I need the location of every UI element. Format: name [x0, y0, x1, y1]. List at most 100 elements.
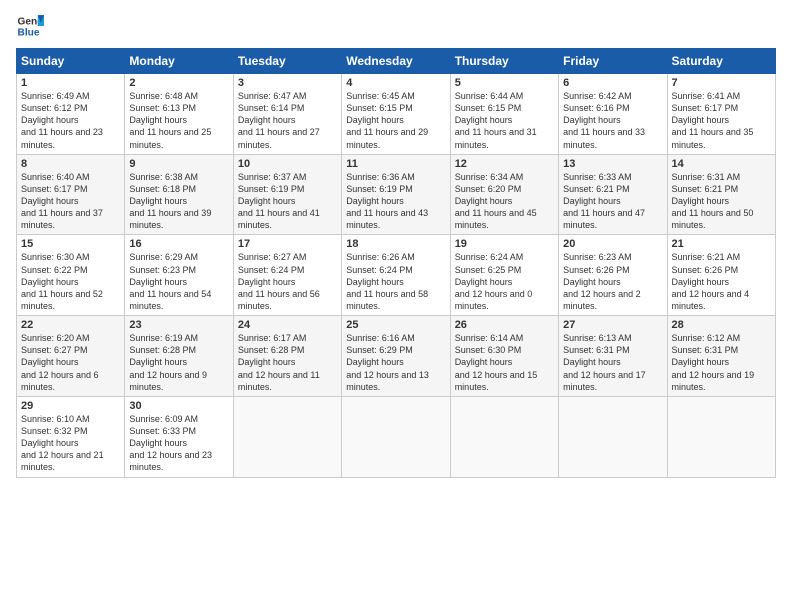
day-number: 13: [563, 158, 662, 170]
day-cell: 14Sunrise: 6:31 AMSunset: 6:21 PMDayligh…: [667, 154, 775, 235]
day-cell: 30Sunrise: 6:09 AMSunset: 6:33 PMDayligh…: [125, 396, 233, 477]
day-cell: 27Sunrise: 6:13 AMSunset: 6:31 PMDayligh…: [559, 316, 667, 397]
day-number: 11: [346, 158, 445, 170]
day-number: 14: [672, 158, 771, 170]
day-cell: 4Sunrise: 6:45 AMSunset: 6:15 PMDaylight…: [342, 74, 450, 155]
day-info: Sunrise: 6:13 AMSunset: 6:31 PMDaylight …: [563, 332, 662, 393]
week-row-1: 1Sunrise: 6:49 AMSunset: 6:12 PMDaylight…: [17, 74, 776, 155]
day-info: Sunrise: 6:40 AMSunset: 6:17 PMDaylight …: [21, 171, 120, 232]
day-cell: 17Sunrise: 6:27 AMSunset: 6:24 PMDayligh…: [233, 235, 341, 316]
logo: General Blue: [16, 12, 44, 40]
calendar-table: SundayMondayTuesdayWednesdayThursdayFrid…: [16, 48, 776, 478]
header-tuesday: Tuesday: [233, 49, 341, 74]
day-cell: 12Sunrise: 6:34 AMSunset: 6:20 PMDayligh…: [450, 154, 558, 235]
day-info: Sunrise: 6:47 AMSunset: 6:14 PMDaylight …: [238, 90, 337, 151]
day-number: 16: [129, 238, 228, 250]
day-cell: 21Sunrise: 6:21 AMSunset: 6:26 PMDayligh…: [667, 235, 775, 316]
header-thursday: Thursday: [450, 49, 558, 74]
logo-icon: General Blue: [16, 12, 44, 40]
day-info: Sunrise: 6:09 AMSunset: 6:33 PMDaylight …: [129, 413, 228, 474]
svg-text:Blue: Blue: [18, 27, 40, 38]
day-number: 26: [455, 319, 554, 331]
day-info: Sunrise: 6:23 AMSunset: 6:26 PMDaylight …: [563, 251, 662, 312]
day-cell: [559, 396, 667, 477]
day-info: Sunrise: 6:14 AMSunset: 6:30 PMDaylight …: [455, 332, 554, 393]
week-row-2: 8Sunrise: 6:40 AMSunset: 6:17 PMDaylight…: [17, 154, 776, 235]
day-cell: 23Sunrise: 6:19 AMSunset: 6:28 PMDayligh…: [125, 316, 233, 397]
day-cell: 10Sunrise: 6:37 AMSunset: 6:19 PMDayligh…: [233, 154, 341, 235]
day-cell: 16Sunrise: 6:29 AMSunset: 6:23 PMDayligh…: [125, 235, 233, 316]
day-cell: 18Sunrise: 6:26 AMSunset: 6:24 PMDayligh…: [342, 235, 450, 316]
day-number: 28: [672, 319, 771, 331]
day-info: Sunrise: 6:17 AMSunset: 6:28 PMDaylight …: [238, 332, 337, 393]
day-number: 24: [238, 319, 337, 331]
day-info: Sunrise: 6:27 AMSunset: 6:24 PMDaylight …: [238, 251, 337, 312]
day-number: 30: [129, 400, 228, 412]
day-info: Sunrise: 6:10 AMSunset: 6:32 PMDaylight …: [21, 413, 120, 474]
day-number: 25: [346, 319, 445, 331]
day-cell: 20Sunrise: 6:23 AMSunset: 6:26 PMDayligh…: [559, 235, 667, 316]
day-info: Sunrise: 6:19 AMSunset: 6:28 PMDaylight …: [129, 332, 228, 393]
day-number: 10: [238, 158, 337, 170]
day-info: Sunrise: 6:45 AMSunset: 6:15 PMDaylight …: [346, 90, 445, 151]
day-number: 15: [21, 238, 120, 250]
day-number: 1: [21, 77, 120, 89]
day-info: Sunrise: 6:20 AMSunset: 6:27 PMDaylight …: [21, 332, 120, 393]
day-info: Sunrise: 6:44 AMSunset: 6:15 PMDaylight …: [455, 90, 554, 151]
day-info: Sunrise: 6:21 AMSunset: 6:26 PMDaylight …: [672, 251, 771, 312]
day-cell: [667, 396, 775, 477]
day-info: Sunrise: 6:34 AMSunset: 6:20 PMDaylight …: [455, 171, 554, 232]
day-cell: 24Sunrise: 6:17 AMSunset: 6:28 PMDayligh…: [233, 316, 341, 397]
day-info: Sunrise: 6:30 AMSunset: 6:22 PMDaylight …: [21, 251, 120, 312]
day-number: 17: [238, 238, 337, 250]
week-row-3: 15Sunrise: 6:30 AMSunset: 6:22 PMDayligh…: [17, 235, 776, 316]
day-cell: 3Sunrise: 6:47 AMSunset: 6:14 PMDaylight…: [233, 74, 341, 155]
day-number: 23: [129, 319, 228, 331]
day-number: 4: [346, 77, 445, 89]
day-info: Sunrise: 6:37 AMSunset: 6:19 PMDaylight …: [238, 171, 337, 232]
day-number: 27: [563, 319, 662, 331]
day-cell: 2Sunrise: 6:48 AMSunset: 6:13 PMDaylight…: [125, 74, 233, 155]
week-row-4: 22Sunrise: 6:20 AMSunset: 6:27 PMDayligh…: [17, 316, 776, 397]
day-info: Sunrise: 6:48 AMSunset: 6:13 PMDaylight …: [129, 90, 228, 151]
calendar-header-row: SundayMondayTuesdayWednesdayThursdayFrid…: [17, 49, 776, 74]
day-cell: 13Sunrise: 6:33 AMSunset: 6:21 PMDayligh…: [559, 154, 667, 235]
day-cell: [233, 396, 341, 477]
day-cell: 29Sunrise: 6:10 AMSunset: 6:32 PMDayligh…: [17, 396, 125, 477]
day-info: Sunrise: 6:12 AMSunset: 6:31 PMDaylight …: [672, 332, 771, 393]
day-number: 8: [21, 158, 120, 170]
day-info: Sunrise: 6:29 AMSunset: 6:23 PMDaylight …: [129, 251, 228, 312]
day-number: 5: [455, 77, 554, 89]
day-number: 20: [563, 238, 662, 250]
day-cell: 9Sunrise: 6:38 AMSunset: 6:18 PMDaylight…: [125, 154, 233, 235]
day-info: Sunrise: 6:31 AMSunset: 6:21 PMDaylight …: [672, 171, 771, 232]
day-number: 2: [129, 77, 228, 89]
day-number: 22: [21, 319, 120, 331]
header-sunday: Sunday: [17, 49, 125, 74]
day-cell: 22Sunrise: 6:20 AMSunset: 6:27 PMDayligh…: [17, 316, 125, 397]
day-number: 21: [672, 238, 771, 250]
day-cell: [450, 396, 558, 477]
day-info: Sunrise: 6:24 AMSunset: 6:25 PMDaylight …: [455, 251, 554, 312]
day-cell: 6Sunrise: 6:42 AMSunset: 6:16 PMDaylight…: [559, 74, 667, 155]
day-info: Sunrise: 6:36 AMSunset: 6:19 PMDaylight …: [346, 171, 445, 232]
header-saturday: Saturday: [667, 49, 775, 74]
day-cell: 11Sunrise: 6:36 AMSunset: 6:19 PMDayligh…: [342, 154, 450, 235]
header-friday: Friday: [559, 49, 667, 74]
page-header: General Blue: [16, 12, 776, 40]
header-monday: Monday: [125, 49, 233, 74]
day-number: 12: [455, 158, 554, 170]
day-info: Sunrise: 6:42 AMSunset: 6:16 PMDaylight …: [563, 90, 662, 151]
day-cell: 25Sunrise: 6:16 AMSunset: 6:29 PMDayligh…: [342, 316, 450, 397]
day-cell: 1Sunrise: 6:49 AMSunset: 6:12 PMDaylight…: [17, 74, 125, 155]
week-row-5: 29Sunrise: 6:10 AMSunset: 6:32 PMDayligh…: [17, 396, 776, 477]
day-info: Sunrise: 6:33 AMSunset: 6:21 PMDaylight …: [563, 171, 662, 232]
day-info: Sunrise: 6:26 AMSunset: 6:24 PMDaylight …: [346, 251, 445, 312]
day-number: 3: [238, 77, 337, 89]
day-info: Sunrise: 6:16 AMSunset: 6:29 PMDaylight …: [346, 332, 445, 393]
day-cell: 26Sunrise: 6:14 AMSunset: 6:30 PMDayligh…: [450, 316, 558, 397]
day-number: 9: [129, 158, 228, 170]
day-cell: [342, 396, 450, 477]
day-number: 18: [346, 238, 445, 250]
day-cell: 7Sunrise: 6:41 AMSunset: 6:17 PMDaylight…: [667, 74, 775, 155]
